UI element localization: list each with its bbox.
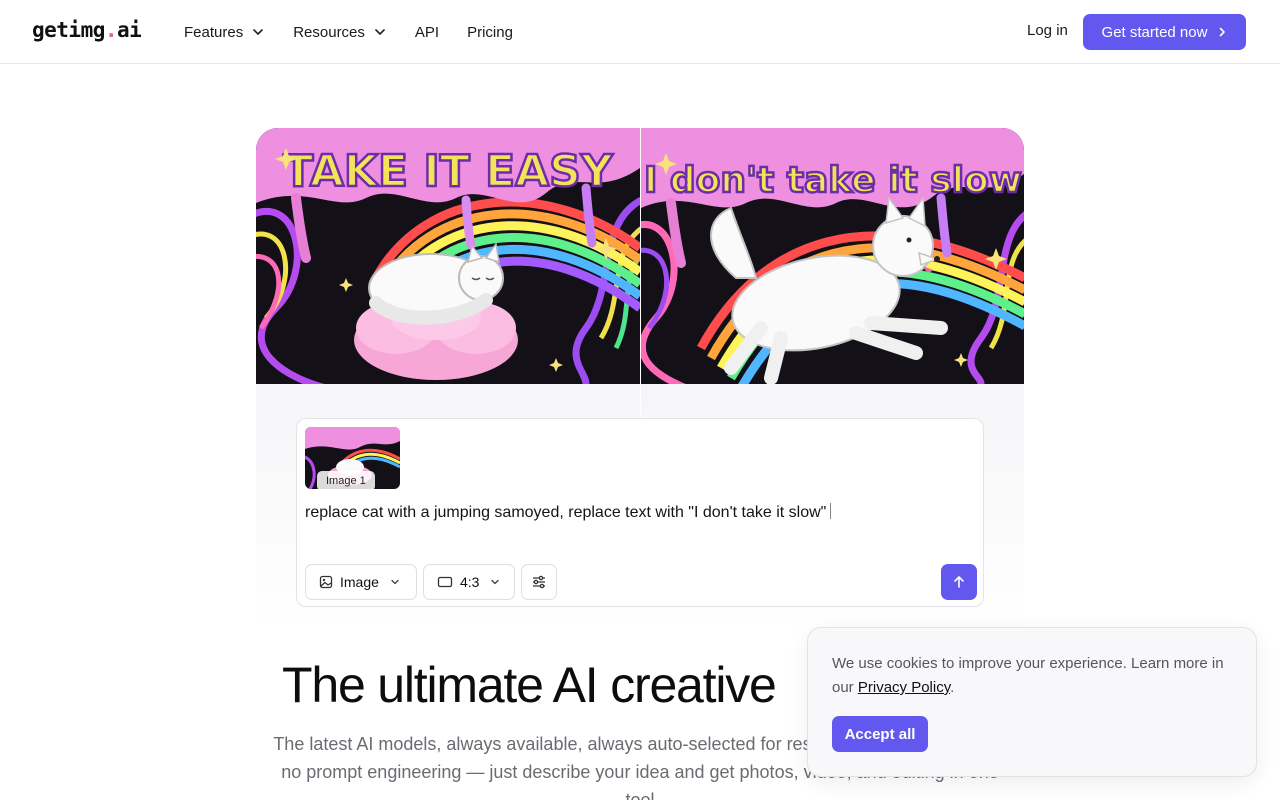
cookie-message: We use cookies to improve your experienc… [832,652,1242,700]
logo[interactable]: getimg.ai [32,18,142,42]
nav-api-label: API [414,23,440,41]
thumbnail-label: Image 1 [317,471,375,489]
nav-resources[interactable]: Resources [293,24,387,41]
cat-artwork: TAKE IT EASY [256,128,640,384]
nav-pricing[interactable]: Pricing [467,24,513,41]
reference-image-thumbnail[interactable]: Image 1 [305,427,400,489]
settings-button[interactable] [521,564,557,600]
chevron-down-icon [391,579,399,585]
nav-resources-label: Resources [293,23,365,41]
prompt-editor: Image 1 replace cat with a jumping samoy… [296,418,984,607]
after-image: I don't take it slow [641,128,1024,384]
submit-button[interactable] [941,564,977,600]
nav-features-label: Features [184,23,244,41]
image-icon [319,575,333,589]
get-started-label: Get started now [1101,23,1208,41]
before-image: TAKE IT EASY [256,128,640,384]
chevron-right-icon [1220,27,1226,37]
logo-dot: . [104,18,118,42]
sliders-icon [533,575,545,589]
get-started-button[interactable]: Get started now [1083,14,1246,50]
chevron-down-icon [253,29,264,35]
mode-label: Image [340,574,379,590]
chevron-down-icon [491,579,500,585]
aspect-ratio-select[interactable]: 4:3 [423,564,515,600]
art-text-left: TAKE IT EASY [283,146,614,197]
prompt-input[interactable]: replace cat with a jumping samoyed, repl… [305,503,832,522]
cookie-period: . [950,679,955,696]
art-text-right: I don't take it slow [644,160,1022,201]
logo-tld: ai [117,18,142,42]
page-title: The ultimate AI creative [282,657,777,713]
prompt-text: replace cat with a jumping samoyed, repl… [305,504,827,521]
login-link[interactable]: Log in [1027,22,1068,39]
accept-cookies-button[interactable]: Accept all [832,716,928,752]
mode-select[interactable]: Image [305,564,417,600]
nav-pricing-label: Pricing [467,23,513,41]
privacy-policy-link[interactable]: Privacy Policy [858,679,950,696]
nav-api[interactable]: API [415,24,439,41]
nav-links: Features Resources API Pricing [184,0,541,64]
aspect-ratio-label: 4:3 [460,574,480,590]
chevron-down-icon [375,29,385,35]
nav-features[interactable]: Features [184,24,265,41]
top-navbar: getimg.ai Features Resources API Pricing… [0,0,1280,64]
logo-main: getimg [32,18,105,42]
arrow-up-icon [954,576,964,588]
text-caret [830,503,832,519]
aspect-ratio-icon [437,576,453,588]
cookie-banner: We use cookies to improve your experienc… [807,627,1257,777]
samoyed-artwork: I don't take it slow [641,128,1024,384]
